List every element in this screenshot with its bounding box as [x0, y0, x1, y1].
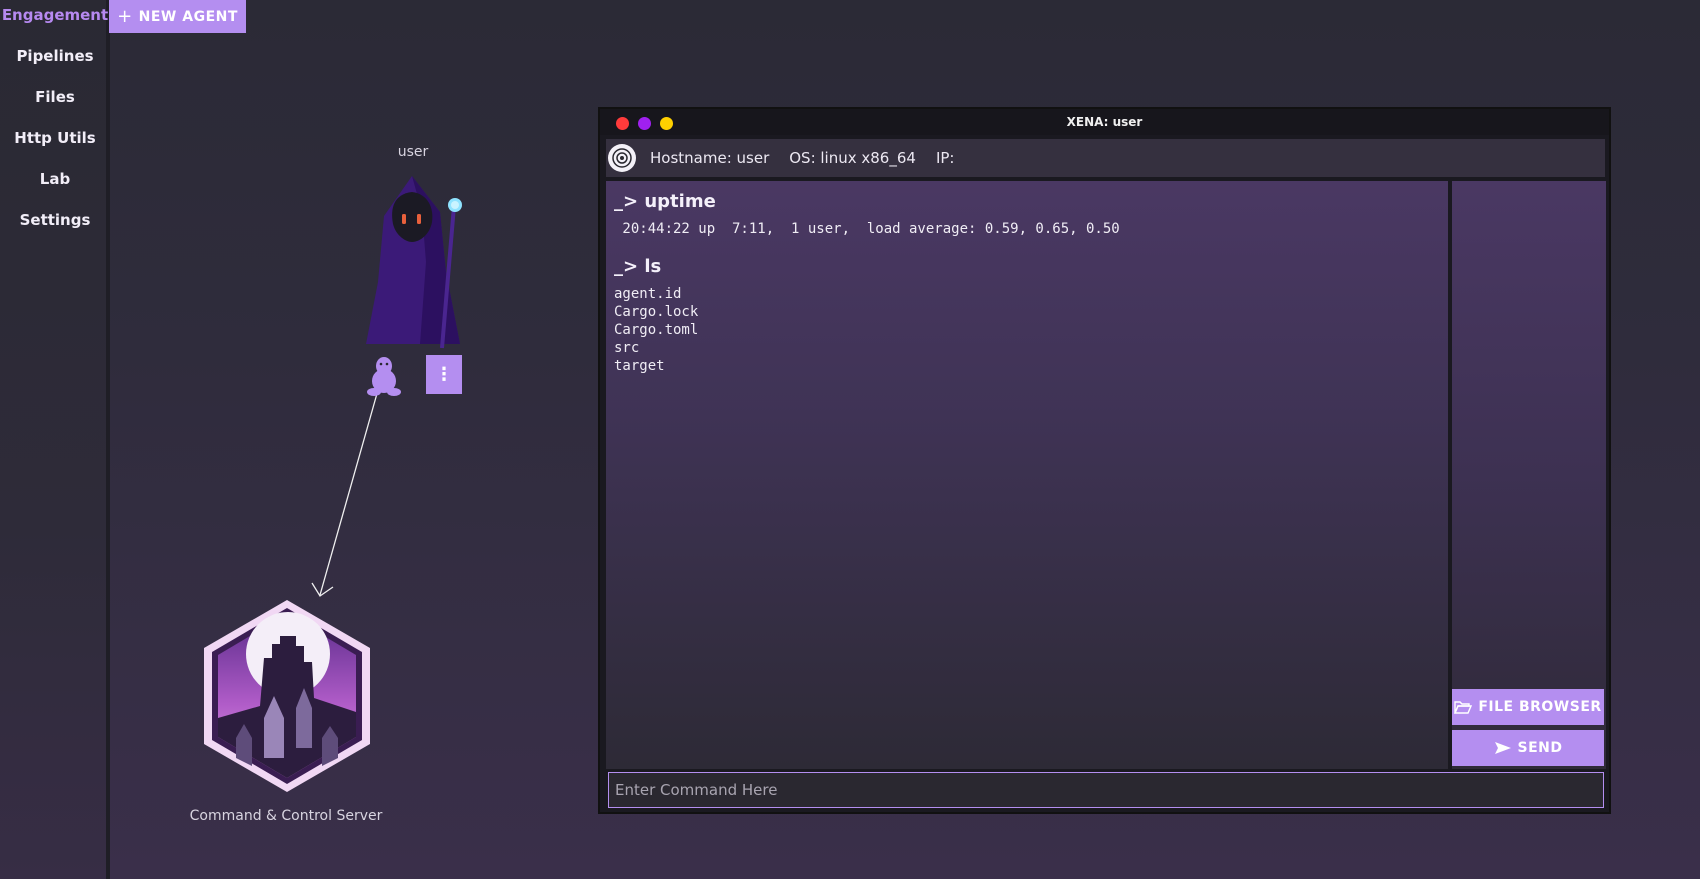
- tux-icon: [367, 357, 401, 396]
- agent-menu-button[interactable]: ⋮: [426, 355, 462, 394]
- file-browser-label: FILE BROWSER: [1478, 699, 1602, 715]
- agent-info-bar: Hostname: user OS: linux x86_64 IP:: [606, 139, 1605, 177]
- folder-open-icon: [1454, 701, 1473, 714]
- terminal-output[interactable]: _> uptime 20:44:22 up 7:11, 1 user, load…: [606, 181, 1448, 769]
- terminal-title: XENA: user: [1066, 115, 1143, 129]
- send-icon: [1494, 742, 1511, 754]
- command-output: agent.id Cargo.lock Cargo.toml src targe…: [614, 286, 699, 374]
- file-browser-button[interactable]: FILE BROWSER: [1452, 689, 1604, 725]
- command-block: _> ls agent.id Cargo.lock Cargo.toml src…: [614, 256, 1440, 375]
- send-label: SEND: [1517, 740, 1563, 756]
- hostname-text: Hostname: user: [650, 149, 770, 167]
- command-input[interactable]: [608, 772, 1604, 808]
- terminal-side-panel: [1452, 181, 1606, 769]
- os-text: OS: linux x86_64: [789, 149, 916, 167]
- target-icon: [608, 144, 636, 172]
- c2-server-label: Command & Control Server: [189, 808, 383, 824]
- hooded-wizard-icon[interactable]: [360, 172, 468, 352]
- terminal-titlebar[interactable]: XENA: user: [600, 109, 1609, 135]
- agent-label: user: [397, 144, 429, 160]
- command-heading: _> uptime: [614, 191, 716, 212]
- terminal-window: XENA: user Hostname: user OS: linux x86_…: [598, 107, 1611, 814]
- send-button[interactable]: SEND: [1452, 730, 1604, 766]
- ip-text: IP:: [935, 149, 955, 167]
- command-output: 20:44:22 up 7:11, 1 user, load average: …: [614, 221, 1120, 237]
- command-heading: _> ls: [614, 256, 662, 277]
- command-block: _> uptime 20:44:22 up 7:11, 1 user, load…: [614, 191, 1440, 238]
- castle-emblem-icon[interactable]: [200, 598, 374, 794]
